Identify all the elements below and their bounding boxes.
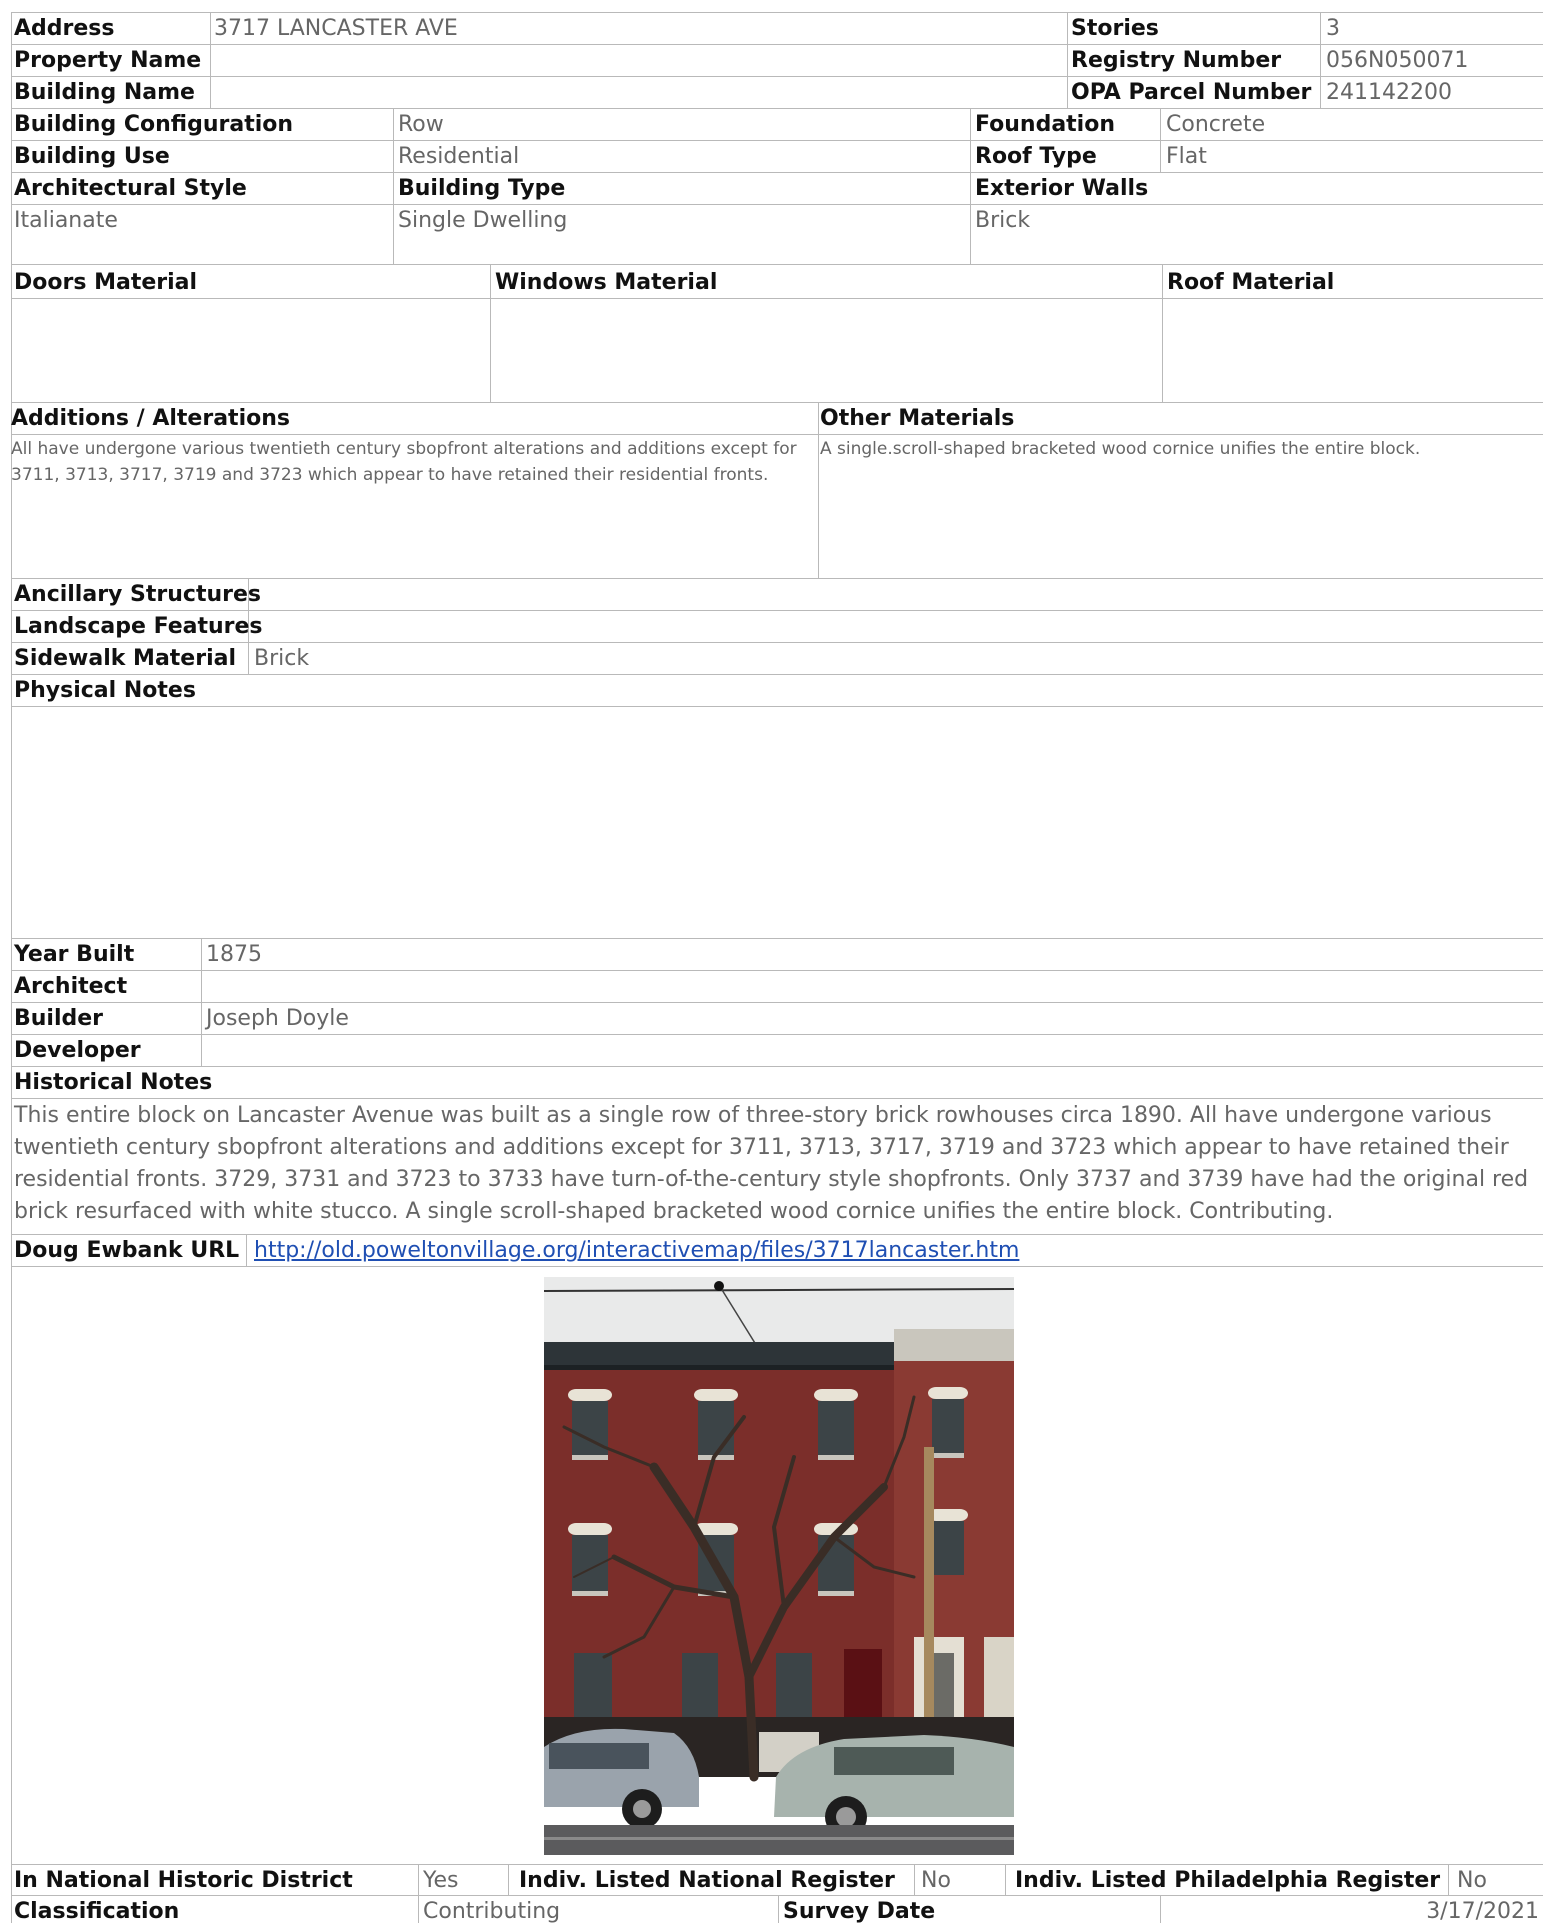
landscape-features-label: Landscape Features [14, 614, 263, 639]
building-configuration-label: Building Configuration [14, 112, 294, 137]
ewbank-url-label: Doug Ewbank URL [14, 1238, 240, 1263]
roof-type-value: Flat [1166, 144, 1207, 169]
roof-type-label: Roof Type [975, 144, 1097, 169]
building-type-value: Single Dwelling [398, 208, 568, 233]
building-use-label: Building Use [14, 144, 170, 169]
architectural-style-label: Architectural Style [14, 176, 247, 201]
stories-label: Stories [1071, 16, 1159, 41]
stories-value: 3 [1326, 16, 1340, 41]
foundation-value: Concrete [1166, 112, 1266, 137]
opa-parcel-value: 241142200 [1326, 80, 1452, 105]
year-built-label: Year Built [14, 942, 135, 967]
historical-notes-text: This entire block on Lancaster Avenue wa… [14, 1103, 1529, 1224]
other-materials-label: Other Materials [820, 406, 1015, 431]
architectural-style-value: Italianate [14, 208, 118, 233]
property-name-label: Property Name [14, 48, 202, 73]
additions-alterations-text: All have undergone various twentieth cen… [11, 439, 797, 485]
building-configuration-value: Row [398, 112, 444, 137]
exterior-walls-label: Exterior Walls [975, 176, 1149, 201]
sidewalk-material-value: Brick [254, 646, 310, 671]
builder-label: Builder [14, 1006, 104, 1031]
indiv-philadelphia-label: Indiv. Listed Philadelphia Register [1015, 1868, 1441, 1893]
windows-material-label: Windows Material [495, 270, 718, 295]
address-value: 3717 LANCASTER AVE [214, 16, 458, 41]
indiv-national-label: Indiv. Listed National Register [519, 1868, 895, 1893]
sidewalk-material-label: Sidewalk Material [14, 646, 237, 671]
architect-label: Architect [14, 974, 128, 999]
physical-notes-label: Physical Notes [14, 678, 196, 703]
additions-alterations-label: Additions / Alterations [11, 406, 290, 431]
registry-number-value: 056N050071 [1326, 48, 1469, 73]
exterior-walls-value: Brick [975, 208, 1031, 233]
historical-notes-label: Historical Notes [14, 1070, 213, 1095]
ewbank-url-link[interactable]: http://old.poweltonvillage.org/interacti… [254, 1236, 1019, 1266]
building-name-label: Building Name [14, 80, 195, 105]
address-label: Address [14, 16, 115, 41]
opa-parcel-label: OPA Parcel Number [1071, 80, 1312, 105]
indiv-philadelphia-value: No [1457, 1868, 1487, 1893]
developer-label: Developer [14, 1038, 141, 1063]
foundation-label: Foundation [975, 112, 1116, 137]
building-type-label: Building Type [398, 176, 566, 201]
ancillary-structures-label: Ancillary Structures [14, 582, 262, 607]
year-built-value: 1875 [206, 942, 262, 967]
building-use-value: Residential [398, 144, 520, 169]
national-district-value: Yes [423, 1868, 459, 1893]
builder-value: Joseph Doyle [206, 1006, 349, 1031]
other-materials-text: A single.scroll-shaped bracketed wood co… [820, 439, 1421, 459]
building-photo [544, 1277, 1014, 1855]
registry-number-label: Registry Number [1071, 48, 1282, 73]
national-district-label: In National Historic District [14, 1868, 353, 1893]
doors-material-label: Doors Material [14, 270, 198, 295]
roof-material-label: Roof Material [1167, 270, 1335, 295]
indiv-national-value: No [921, 1868, 951, 1893]
